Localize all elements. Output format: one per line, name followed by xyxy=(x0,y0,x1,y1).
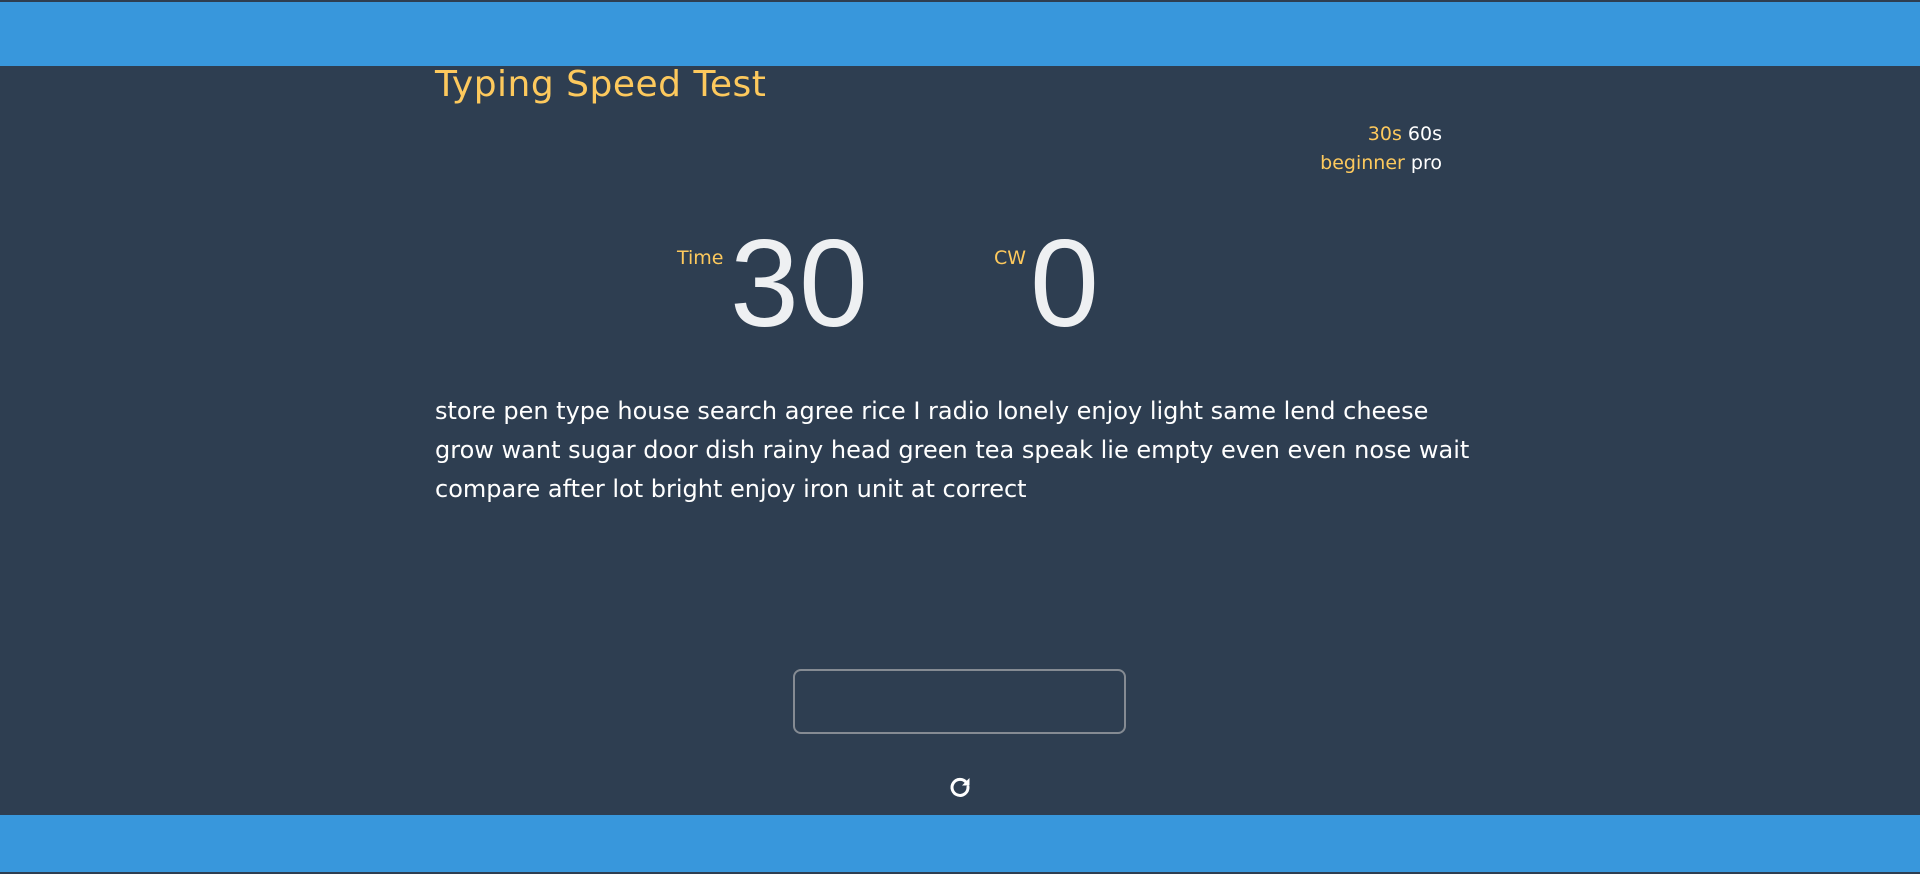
restart-icon[interactable] xyxy=(948,775,972,799)
level-option-pro[interactable]: pro xyxy=(1411,152,1442,174)
duration-options: 30s 60s xyxy=(1320,120,1442,149)
time-value: 30 xyxy=(730,215,868,353)
duration-option-60s[interactable]: 60s xyxy=(1408,123,1442,145)
word-list: store pen type house search agree rice I… xyxy=(435,397,1470,503)
cw-label: CW xyxy=(994,247,1027,269)
cw-value: 0 xyxy=(1030,215,1099,353)
bottom-bar xyxy=(0,815,1920,874)
options-panel: 30s 60s beginner pro xyxy=(1320,120,1442,178)
top-bar xyxy=(0,0,1920,66)
page-title: Typing Speed Test xyxy=(435,64,767,105)
level-options: beginner pro xyxy=(1320,149,1442,178)
typing-input[interactable] xyxy=(793,669,1126,734)
time-label: Time xyxy=(677,247,724,269)
level-option-beginner[interactable]: beginner xyxy=(1320,152,1405,174)
duration-option-30s[interactable]: 30s xyxy=(1368,123,1402,145)
